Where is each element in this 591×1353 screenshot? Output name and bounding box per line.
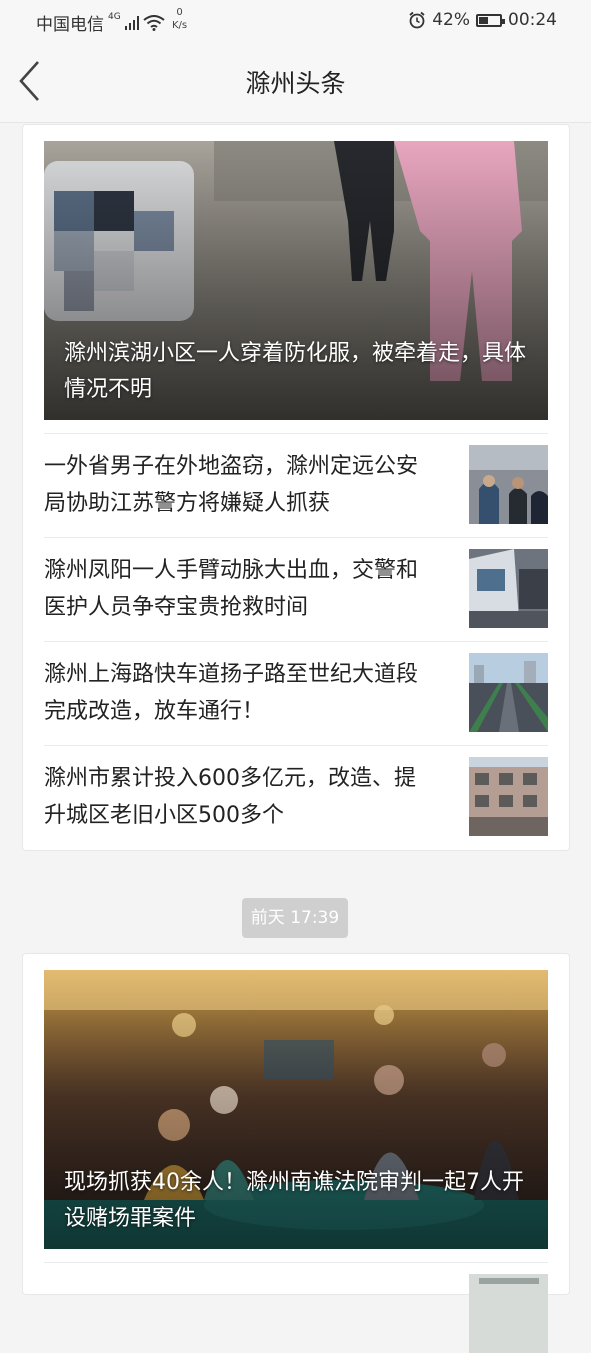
news-thumbnail bbox=[469, 445, 548, 524]
news-thumbnail bbox=[469, 757, 548, 836]
title-bar: 滁州头条 bbox=[0, 42, 591, 123]
news-item[interactable]: 一外省男子在外地盗窃，滁州定远公安局协助江苏警方将嫌疑人抓获 bbox=[44, 433, 548, 538]
news-thumbnail bbox=[469, 549, 548, 628]
news-title: 一外省男子在外地盗窃，滁州定远公安局协助江苏警方将嫌疑人抓获 bbox=[44, 454, 419, 516]
news-item[interactable] bbox=[44, 1262, 548, 1353]
status-right: 42% 00:24 bbox=[408, 10, 557, 30]
news-thumbnail bbox=[469, 1274, 548, 1353]
signal-icon bbox=[124, 15, 139, 30]
news-item[interactable]: 滁州上海路快车道扬子路至世纪大道段完成改造，放车通行！ bbox=[44, 641, 548, 746]
news-title: 滁州上海路快车道扬子路至世纪大道段完成改造，放车通行！ bbox=[44, 662, 419, 724]
news-thumbnail bbox=[469, 653, 548, 732]
status-left: 中国电信 4G bbox=[36, 10, 165, 35]
speed-unit: K/s bbox=[172, 20, 188, 31]
status-bar: 中国电信 4G 0 K/s 42% 00:24 bbox=[0, 0, 591, 42]
battery-icon bbox=[476, 13, 505, 27]
hero-caption: 现场抓获40余人！滁州南谯法院审判一起7人开设赌场罪案件 bbox=[64, 1170, 524, 1231]
wifi-icon bbox=[143, 14, 165, 31]
clock: 00:24 bbox=[508, 10, 557, 30]
timestamp-badge: 前天 17:39 bbox=[242, 898, 348, 938]
hero-article[interactable]: 滁州滨湖小区一人穿着防化服，被牵着走，具体情况不明 bbox=[44, 141, 548, 420]
network-type: 4G bbox=[108, 11, 121, 22]
alarm-icon bbox=[409, 11, 425, 29]
news-title: 滁州市累计投入600多亿元，改造、提升城区老旧小区500多个 bbox=[44, 766, 416, 828]
news-title: 滁州凤阳一人手臂动脉大出血，交警和医护人员争夺宝贵抢救时间 bbox=[44, 558, 419, 620]
news-item[interactable]: 滁州凤阳一人手臂动脉大出血，交警和医护人员争夺宝贵抢救时间 bbox=[44, 537, 548, 642]
battery-fill bbox=[479, 16, 489, 24]
carrier-label: 中国电信 bbox=[36, 15, 104, 35]
news-card: 现场抓获40余人！滁州南谯法院审判一起7人开设赌场罪案件 bbox=[22, 953, 570, 1353]
battery-percent: 42% bbox=[432, 10, 470, 30]
hero-caption: 滁州滨湖小区一人穿着防化服，被牵着走，具体情况不明 bbox=[64, 341, 527, 402]
page-title: 滁州头条 bbox=[245, 69, 346, 98]
network-speed: 0 K/s bbox=[172, 6, 187, 32]
hero-article[interactable]: 现场抓获40余人！滁州南谯法院审判一起7人开设赌场罪案件 bbox=[44, 970, 548, 1249]
news-item[interactable]: 滁州市累计投入600多亿元，改造、提升城区老旧小区500多个 bbox=[44, 745, 548, 850]
news-card: 滁州滨湖小区一人穿着防化服，被牵着走，具体情况不明 一外省男子在外地盗窃，滁州定… bbox=[22, 124, 570, 851]
speed-value: 0 bbox=[176, 7, 183, 18]
